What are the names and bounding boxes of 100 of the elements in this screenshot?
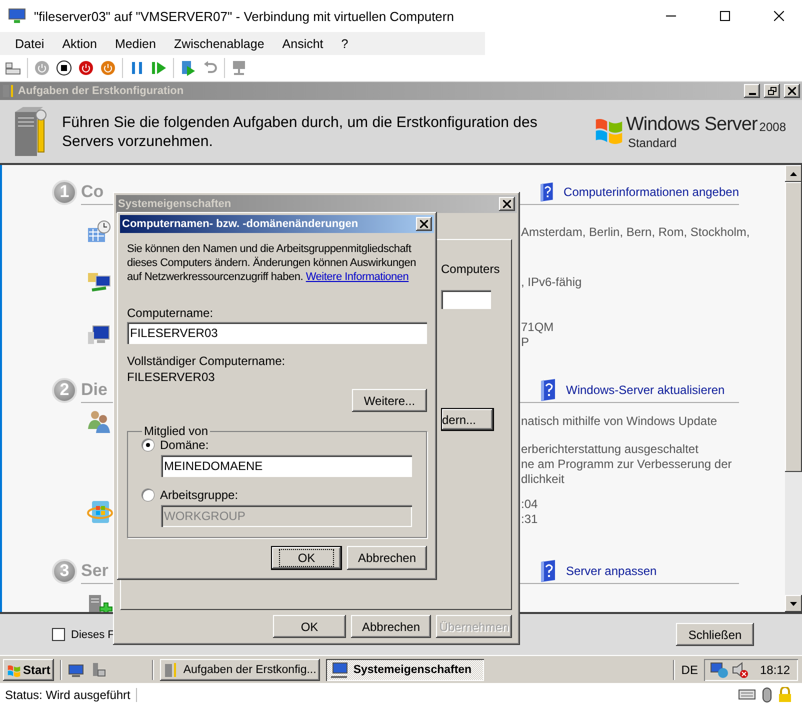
detail-text: , IPv6-fähig — [521, 274, 583, 290]
monitor-icon — [87, 324, 111, 346]
power-icon[interactable] — [78, 60, 94, 76]
field-label: Computers — [441, 262, 501, 276]
windows-update-icon — [87, 498, 113, 524]
menu-item[interactable]: ? — [332, 36, 358, 50]
field-label: Computername: — [127, 306, 214, 320]
task-link[interactable]: Computerinformationen angeben — [539, 180, 739, 202]
step-number: 3 — [52, 558, 77, 584]
dialog-button[interactable]: OK — [273, 615, 346, 638]
field-label: Vollständiger Computername: — [127, 354, 286, 368]
radio-button[interactable] — [142, 439, 154, 451]
detail-text: ne am Programm zur Verbesserung der — [521, 456, 733, 472]
help-book-icon — [539, 560, 557, 582]
computer-icon — [330, 662, 348, 678]
input-field[interactable] — [441, 290, 491, 309]
group-label: Mitglied von — [143, 424, 210, 438]
scroll-down-button[interactable] — [785, 595, 802, 612]
mouse-icon — [762, 687, 772, 703]
menu-item[interactable]: Aktion — [53, 36, 106, 50]
minimize-button[interactable] — [744, 84, 760, 98]
info-link[interactable]: Weitere Informationen — [306, 271, 409, 283]
task-link[interactable]: Server anpassen — [539, 560, 739, 582]
detail-text: :31 — [521, 512, 539, 526]
restore-button[interactable] — [764, 84, 780, 98]
scroll-up-icon — [790, 172, 797, 176]
status-text: Status: Wird ausgeführt — [5, 688, 138, 702]
detail-text: :04 — [521, 496, 539, 512]
pause-icon[interactable] — [129, 60, 145, 76]
window-title: "fileserver03" auf "VMSERVER07" - Verbindung mit virtuellen Computern — [34, 8, 455, 24]
close-button[interactable] — [784, 84, 800, 98]
maximize-icon — [720, 11, 730, 21]
scroll-up-button[interactable] — [785, 165, 802, 182]
play-icon[interactable] — [151, 60, 167, 76]
task-link[interactable]: Windows-Server aktualisieren — [539, 378, 739, 400]
calendar-clock-icon — [87, 220, 111, 244]
dialog-title: Systemeigenschaften — [118, 198, 232, 210]
dialog-title: Computernamen- bzw. -domänenänderungen — [122, 218, 360, 230]
menu-item[interactable]: Ansicht — [273, 36, 332, 50]
close-icon — [788, 87, 796, 95]
input-field[interactable]: MEINEDOMAENE — [161, 455, 412, 477]
checkbox[interactable] — [52, 628, 65, 641]
section-title: Die — [81, 380, 108, 400]
close-icon — [420, 220, 428, 228]
scroll-thumb[interactable] — [785, 182, 802, 472]
more-button[interactable]: Weitere... — [352, 389, 427, 412]
close-button[interactable] — [499, 197, 515, 211]
detail-text: dlichkeit — [521, 472, 566, 486]
step-number: 2 — [52, 378, 77, 402]
detail-text: 71QM — [521, 320, 555, 335]
detail-text: P — [521, 335, 530, 350]
detail-text: natisch mithilfe von Windows Update — [521, 414, 718, 428]
intro-text: Sie können den Namen und die Arbeitsgruppenmitgliedschaft dieses Computers ändern. Änderungen können Auswirkungen auf Netzwerkressourcenzugriff haben. Weitere Informationen — [127, 242, 417, 284]
detail-text: erberichterstattung ausgeschaltet — [521, 442, 700, 456]
menu-item[interactable]: Medien — [106, 36, 165, 50]
close-icon — [503, 200, 511, 208]
network-computers-icon — [87, 270, 113, 294]
network-icon[interactable] — [231, 60, 247, 76]
close-button[interactable]: Schließen — [676, 623, 754, 646]
restore-icon — [768, 87, 776, 95]
undo-icon[interactable] — [202, 60, 218, 76]
users-icon — [87, 409, 111, 433]
dialog-button[interactable]: Abbrechen — [351, 615, 431, 638]
keyboard-icon — [738, 687, 756, 701]
start-button[interactable]: Start — [3, 658, 54, 680]
logo-text: Windows Server — [626, 114, 758, 136]
desktop-icon[interactable] — [68, 662, 84, 678]
stop-icon[interactable] — [56, 60, 72, 76]
full-name-text: FILESERVER03 — [127, 370, 216, 384]
menu-item[interactable]: Zwischenablage — [164, 36, 274, 50]
taskbar-button[interactable]: Aufgaben der Erstkonfig... — [160, 658, 320, 680]
close-button[interactable] — [416, 217, 432, 231]
monitor-icon — [8, 8, 26, 24]
clock: 18:12 — [760, 662, 790, 676]
window-title: Aufgaben der Erstkonfiguration — [18, 85, 185, 97]
step-number: 1 — [52, 180, 77, 204]
logo-edition: Standard — [628, 136, 678, 150]
section-title: Co — [81, 182, 104, 202]
windows-flag-icon — [7, 662, 21, 676]
power-icon[interactable] — [100, 60, 116, 76]
dialog-button[interactable]: OK — [271, 546, 342, 570]
help-book-icon — [539, 180, 555, 202]
radio-label: Arbeitsgruppe: — [160, 488, 238, 502]
help-book-icon — [539, 378, 557, 400]
dialog-button[interactable]: Abbrechen — [347, 546, 427, 570]
language-indicator[interactable]: DE — [681, 662, 698, 676]
radio-button[interactable] — [142, 489, 154, 501]
server-manager-icon[interactable] — [90, 662, 106, 678]
radio-label: Domäne: — [160, 438, 209, 452]
header-text: Führen Sie die folgenden Aufgaben durch, um die Erstkonfiguration des Servers vorzunehmen. — [62, 112, 538, 150]
section-title: Ser — [81, 560, 108, 580]
input-field[interactable]: FILESERVER03 — [127, 322, 427, 344]
speaker-muted-icon — [730, 660, 749, 678]
network-icon — [710, 660, 728, 678]
menu-item[interactable]: Datei — [6, 36, 54, 50]
lock-icon — [778, 687, 792, 703]
logo-version: 2008 — [759, 120, 786, 134]
change-button[interactable]: dern... — [441, 408, 494, 431]
taskbar-button[interactable]: Systemeigenschaften — [326, 658, 484, 680]
detail-text: Amsterdam, Berlin, Bern, Rom, Stockholm, — [521, 224, 751, 240]
